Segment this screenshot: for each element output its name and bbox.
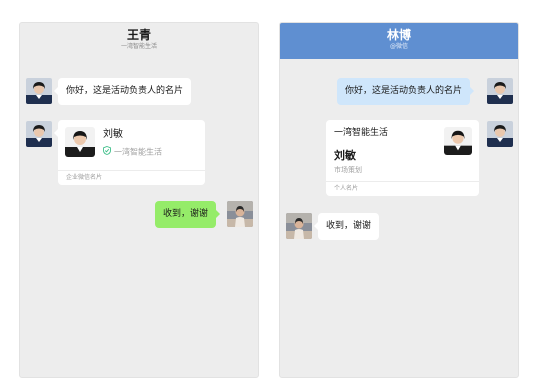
sender-avatar[interactable] — [487, 121, 513, 147]
message-greeting[interactable]: 你好，这是活动负责人的名片 — [53, 78, 192, 105]
sender-avatar[interactable] — [26, 121, 52, 147]
message-reply[interactable]: 收到，谢谢 — [155, 201, 221, 228]
card-footer: 个人名片 — [326, 181, 479, 196]
card-name: 刘敏 — [334, 149, 356, 162]
card-footer: 企业微信名片 — [58, 170, 205, 185]
chat-header: 王青 一湾智能生活 — [20, 23, 258, 59]
chat-subtitle: 一湾智能生活 — [120, 43, 157, 50]
business-card-message[interactable]: 刘敏 一湾智能生活 企业微信名片 — [54, 120, 205, 185]
card-company: 一湾智能生活 — [114, 147, 162, 157]
wechat-chat-window: 林博 @微信 你好，这是活动负责人的名片 一湾智能生活 刘敏 市场策划 个人名片… — [279, 22, 519, 378]
chat-title: 林博 — [386, 28, 411, 42]
message-reply[interactable]: 收到，谢谢 — [313, 213, 380, 240]
self-avatar[interactable] — [286, 213, 312, 239]
card-name: 刘敏 — [103, 129, 123, 140]
chat-subtitle: @微信 — [389, 43, 408, 50]
sender-avatar[interactable] — [26, 78, 52, 104]
business-card-message[interactable]: 一湾智能生活 刘敏 市场策划 个人名片 — [326, 120, 479, 196]
card-photo — [65, 127, 95, 157]
card-position: 市场策划 — [334, 166, 362, 174]
chat-header: 林博 @微信 — [280, 23, 518, 59]
enterprise-chat-window: 王青 一湾智能生活 你好，这是活动负责人的名片 刘敏 一湾智能生活 企业微信名片… — [19, 22, 259, 378]
verified-shield-icon — [103, 146, 111, 158]
card-company: 一湾智能生活 — [334, 128, 389, 138]
sender-avatar[interactable] — [487, 78, 513, 104]
message-greeting[interactable]: 你好，这是活动负责人的名片 — [337, 78, 475, 105]
card-photo — [444, 127, 472, 155]
chat-title: 王青 — [126, 28, 151, 42]
card-company-line: 一湾智能生活 — [103, 146, 162, 158]
self-avatar[interactable] — [227, 201, 253, 227]
